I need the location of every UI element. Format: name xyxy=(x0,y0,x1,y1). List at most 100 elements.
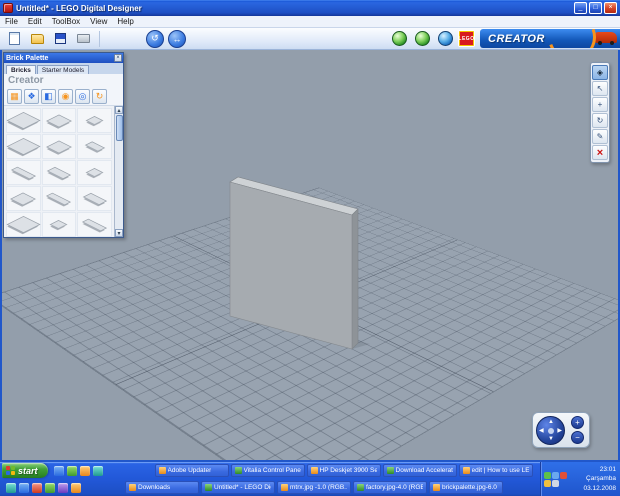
quick-launch-icon[interactable] xyxy=(71,482,81,493)
camera-center-button[interactable] xyxy=(548,428,554,434)
tray-icon[interactable] xyxy=(552,479,559,487)
brick-thumbnail-icon xyxy=(85,168,104,177)
palette-brick-item[interactable] xyxy=(6,108,41,133)
palette-brick-item[interactable] xyxy=(41,108,77,133)
globe-icon[interactable] xyxy=(392,31,407,46)
taskbar-button[interactable]: factory.jpg-4.0 (RGB... xyxy=(353,481,427,494)
palette-brick-item[interactable] xyxy=(6,212,41,237)
toolbar-button[interactable] xyxy=(4,30,24,48)
palette-filter-button[interactable]: ◉ xyxy=(58,88,73,104)
palette-filter-button[interactable]: ❖ xyxy=(24,88,39,104)
globe-icon[interactable] xyxy=(415,31,430,46)
globe-icon[interactable] xyxy=(438,31,453,46)
palette-brick-item[interactable] xyxy=(77,108,112,133)
quick-launch-icon[interactable] xyxy=(79,465,90,476)
toolbar-button[interactable] xyxy=(27,30,47,48)
palette-brick-item[interactable] xyxy=(6,134,41,159)
maximize-button[interactable]: □ xyxy=(589,2,602,14)
tool-button[interactable]: × xyxy=(592,145,608,160)
mode-tool-button[interactable]: ↔ xyxy=(168,29,186,48)
palette-tab[interactable]: Starter Models xyxy=(36,65,90,74)
menu-item[interactable]: File xyxy=(5,17,18,26)
app-icon xyxy=(234,467,242,474)
rotate-left-icon[interactable]: ◀ xyxy=(539,428,544,434)
app-icon xyxy=(3,3,13,13)
quick-launch-icon[interactable] xyxy=(6,482,16,493)
palette-filter-button[interactable]: ▦ xyxy=(7,88,22,104)
close-button[interactable]: × xyxy=(604,2,617,14)
window-titlebar[interactable]: Untitled* - LEGO Digital Designer _ □ × xyxy=(0,0,620,16)
palette-brick-item[interactable] xyxy=(6,186,41,211)
scroll-down-icon[interactable]: ▾ xyxy=(115,229,123,237)
taskbar-button[interactable]: Vitalia Control Panel xyxy=(230,464,305,477)
taskbar-button[interactable]: Download Accelerato... xyxy=(382,464,457,477)
rotate-right-icon[interactable]: ▶ xyxy=(557,428,562,434)
palette-brick-item[interactable] xyxy=(41,160,77,185)
taskbar-button[interactable]: Adobe Updater xyxy=(154,464,229,477)
file-tool-group xyxy=(4,30,93,48)
menu-item[interactable]: Edit xyxy=(28,17,42,26)
tool-button[interactable]: + xyxy=(592,97,608,112)
mode-tool-button[interactable]: ↺ xyxy=(146,29,164,48)
scrollbar-thumb[interactable] xyxy=(115,115,123,141)
minimize-button[interactable]: _ xyxy=(574,2,587,14)
scroll-up-icon[interactable]: ▴ xyxy=(115,106,123,114)
brick-wall-side-face[interactable] xyxy=(351,208,359,350)
palette-filter-button[interactable]: ↻ xyxy=(92,88,107,104)
tool-button[interactable]: ↻ xyxy=(592,113,608,128)
quick-launch-icon[interactable] xyxy=(53,465,64,476)
3d-viewport[interactable]: Brick Palette × Bricks Starter Models Cre… xyxy=(0,50,620,462)
tray-icon[interactable] xyxy=(560,471,567,479)
palette-filter-button[interactable]: ◎ xyxy=(75,88,90,104)
palette-body: ▴ ▾ xyxy=(4,106,123,237)
palette-brick-item[interactable] xyxy=(77,186,112,211)
quick-launch-icon[interactable] xyxy=(19,482,29,493)
tool-button[interactable]: ◈ xyxy=(592,65,608,80)
clock[interactable]: 23:01 Çarşamba 03.12.2008 xyxy=(573,462,620,496)
creator-label: CREATOR xyxy=(488,32,545,45)
taskbar-button[interactable]: Untitled* - LEGO Digit... xyxy=(201,481,275,494)
taskbar-button[interactable]: brickpalette.jpg-6.0 (... xyxy=(429,481,503,494)
taskbar-button[interactable]: HP Deskjet 3900 Ser... xyxy=(306,464,381,477)
tray-icon[interactable] xyxy=(552,471,559,479)
quick-launch-icon[interactable] xyxy=(58,482,68,493)
tool-button[interactable]: ↖ xyxy=(592,81,608,96)
palette-brick-item[interactable] xyxy=(41,134,77,159)
palette-tab[interactable]: Bricks xyxy=(6,65,36,74)
tray-icon[interactable] xyxy=(544,471,551,479)
quick-launch-icon[interactable] xyxy=(66,465,77,476)
palette-brick-item[interactable] xyxy=(77,212,112,237)
palette-brick-item[interactable] xyxy=(6,160,41,185)
toolbar-button[interactable] xyxy=(50,30,70,48)
menu-item[interactable]: ToolBox xyxy=(52,17,80,26)
menu-item[interactable]: Help xyxy=(117,17,133,26)
palette-brick-item[interactable] xyxy=(77,160,112,185)
palette-brick-item[interactable] xyxy=(77,134,112,159)
rotate-down-icon[interactable]: ▼ xyxy=(548,436,554,442)
app-icon xyxy=(433,484,440,491)
quick-launch-icon[interactable] xyxy=(45,482,55,493)
window-title: Untitled* - LEGO Digital Designer xyxy=(16,3,142,13)
start-button[interactable]: start xyxy=(2,463,48,478)
palette-brick-item[interactable] xyxy=(41,186,77,211)
palette-titlebar[interactable]: Brick Palette × xyxy=(4,53,123,63)
quick-launch-icon[interactable] xyxy=(92,465,103,476)
quick-launch-icon[interactable] xyxy=(32,482,42,493)
palette-brick-item[interactable] xyxy=(41,212,77,237)
zoom-out-button[interactable]: − xyxy=(571,431,584,444)
menu-item[interactable]: View xyxy=(90,17,107,26)
palette-scrollbar[interactable]: ▴ ▾ xyxy=(114,106,123,237)
filter-icon: ◎ xyxy=(78,90,87,101)
palette-close-icon[interactable]: × xyxy=(114,54,122,62)
taskbar-button[interactable]: Downloads xyxy=(125,481,199,494)
zoom-in-button[interactable]: + xyxy=(571,416,584,429)
camera-dpad[interactable]: ▲ ▼ ◀ ▶ xyxy=(536,416,565,445)
tool-button[interactable]: ✎ xyxy=(592,129,608,144)
taskbar-button[interactable]: mtrx.jpg -1.0 (RGB... xyxy=(277,481,351,494)
tray-icon[interactable] xyxy=(544,479,551,487)
mode-tool-group: ↺ ↔ xyxy=(146,29,186,48)
taskbar-button[interactable]: edit | How to use LEG... xyxy=(458,464,533,477)
palette-filter-button[interactable]: ◧ xyxy=(41,88,56,104)
toolbar-button[interactable] xyxy=(73,30,93,48)
rotate-up-icon[interactable]: ▲ xyxy=(548,419,554,425)
